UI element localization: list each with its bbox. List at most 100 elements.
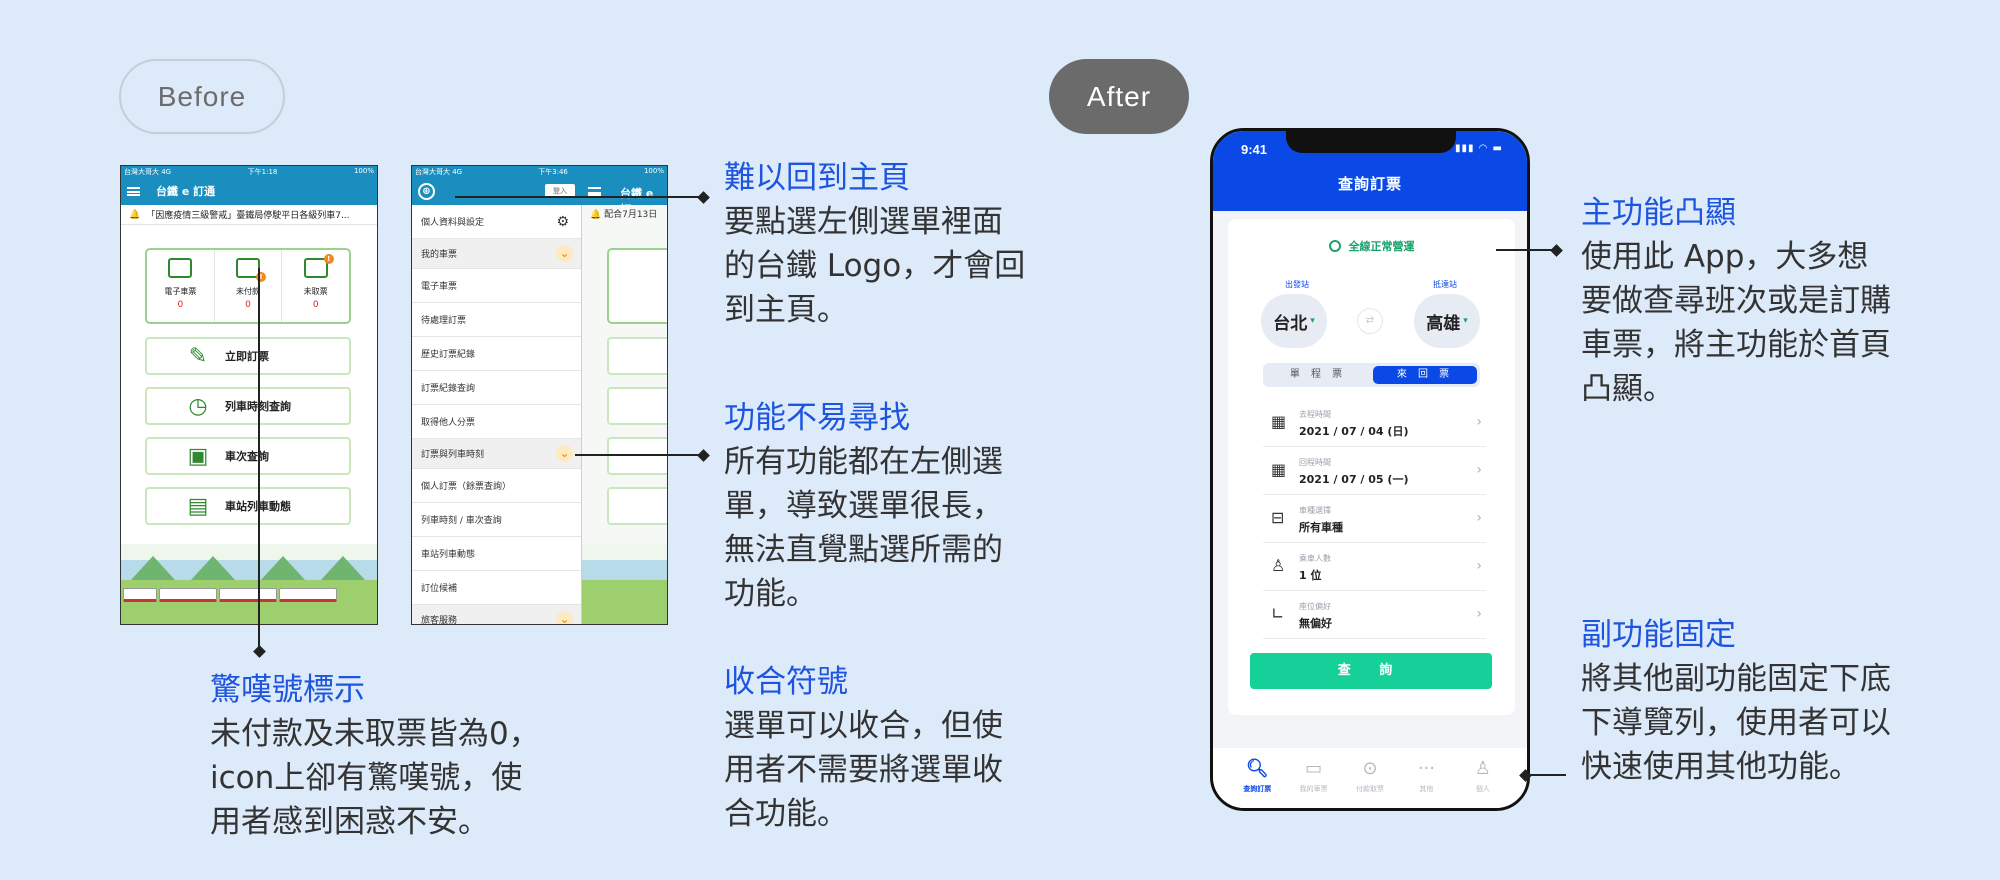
seat-pref-row[interactable]: ∟ 座位偏好 無偏好 ›	[1263, 591, 1486, 639]
tab-label: 其他	[1419, 785, 1434, 793]
hill	[131, 556, 175, 580]
depart-date-row[interactable]: ▦ 去程時間 2021 / 07 / 04 (日) ›	[1263, 399, 1486, 447]
menu-group-header[interactable]: 旅客服務 ⌄	[412, 605, 581, 624]
from-station-button[interactable]: 台北 ▾	[1261, 294, 1327, 348]
train-icon: ▣	[187, 443, 209, 469]
hill	[261, 556, 305, 580]
from-label: 出發站	[1285, 280, 1309, 289]
tab-profile[interactable]: ♙ 個人	[1455, 758, 1511, 808]
menu-item[interactable]: 列車時刻 / 車次查詢	[412, 503, 581, 537]
time-text: 下午1:18	[247, 168, 278, 176]
note-body: 使用此 App，大多想 要做查尋班次或是訂購 車票，將主功能於首頁 凸顯。	[1581, 239, 1891, 407]
cell-value: 0	[245, 300, 251, 310]
more-icon: ···	[1417, 758, 1435, 779]
chevron-down-icon[interactable]: ⌄	[556, 610, 573, 624]
note-main: 主功能凸顯 使用此 App，大多想 要做查尋班次或是訂購 車票，將主功能於首頁 …	[1581, 192, 1891, 411]
note-title: 收合符號	[724, 664, 848, 700]
battery-text: 100%	[353, 167, 374, 175]
button-label: 立即訂票	[225, 350, 269, 363]
tab-other[interactable]: ··· 其他	[1398, 758, 1454, 808]
chevron-right-icon: ›	[1476, 510, 1482, 526]
e-ticket-cell[interactable]: 電子車票 0	[147, 250, 214, 322]
tab-single-trip[interactable]: 單 程 票	[1266, 366, 1370, 384]
menu-group-header[interactable]: 我的車票 ⌄	[412, 239, 581, 269]
menu-item[interactable]: 訂票紀錄查詢	[412, 371, 581, 405]
menu-item[interactable]: 取得他人分票	[412, 405, 581, 439]
note-body: 選單可以收合，但使 用者不需要將選單收 合功能。	[724, 708, 1003, 832]
menu-item[interactable]: 車站列車動態	[412, 537, 581, 571]
app-header: 9:41 ▮▮▮ ◠ ▬ 查詢訂票	[1213, 131, 1527, 211]
status-text: 全線正常營運	[1348, 240, 1415, 253]
clock-text: 9:41	[1241, 142, 1268, 157]
tab-return-trip[interactable]: 來 回 票	[1373, 366, 1477, 384]
signal-wifi-battery-icon: ▮▮▮ ◠ ▬	[1454, 143, 1503, 154]
passengers-row[interactable]: ♙ 乘車人數 1 位 ›	[1263, 543, 1486, 591]
clock-icon: ◷	[188, 393, 208, 419]
return-date-row[interactable]: ▦ 回程時間 2021 / 07 / 05 (一) ›	[1263, 447, 1486, 495]
swap-icon[interactable]: ⇄	[1357, 308, 1383, 334]
train-illustration	[121, 588, 377, 602]
cell-label: 未取票	[303, 287, 328, 296]
tab-search[interactable]: 🔍︎ 查詢訂票	[1229, 758, 1285, 808]
search-button[interactable]: 查 詢	[1250, 653, 1492, 689]
chevron-down-icon: ▾	[1310, 316, 1315, 326]
tab-payment[interactable]: ⊙ 付款取票	[1342, 758, 1398, 808]
hamburger-icon[interactable]	[127, 186, 140, 196]
menu-label: 車站列車動態	[421, 550, 476, 560]
row-value: 所有車種	[1299, 521, 1343, 534]
book-now-button[interactable]: ✎ 立即訂票	[145, 337, 351, 375]
card-icon: !	[236, 258, 266, 282]
menu-item[interactable]: 個人資料與設定 ⚙	[412, 205, 581, 239]
person-icon: ♙	[1271, 556, 1286, 575]
status-ring-icon	[1328, 240, 1341, 252]
note-body: 將其他副功能固定下底 下導覽列，使用者可以 快速使用其他功能。	[1581, 661, 1891, 785]
note-sub: 副功能固定 將其他副功能固定下底 下導覽列，使用者可以 快速使用其他功能。	[1581, 614, 1891, 789]
train-no-button[interactable]: ▣ 車次查詢	[145, 437, 351, 475]
menu-item[interactable]: 歷史訂票紀錄	[412, 337, 581, 371]
menu-label: 列車時刻 / 車次查詢	[421, 516, 502, 526]
note-body: 未付款及未取票皆為0， icon上卻有驚嘆號，使 用者感到困惑不安。	[210, 716, 540, 840]
tab-my-tickets[interactable]: ▭ 我的車票	[1285, 758, 1341, 808]
chevron-down-icon[interactable]: ⌄	[556, 244, 573, 262]
chevron-down-icon[interactable]: ⌄	[556, 444, 573, 462]
side-menu: 個人資料與設定 ⚙ 我的車票 ⌄ 電子車票 待處理訂票 歷史訂票紀錄 訂票紀錄查詢 …	[412, 205, 582, 624]
tra-logo-icon[interactable]: ⊕	[418, 182, 435, 200]
menu-item[interactable]: 電子車票	[412, 269, 581, 303]
uncollected-cell[interactable]: ! 未取票 0	[281, 250, 349, 322]
menu-item[interactable]: 訂位候補	[412, 571, 581, 605]
ticket-summary: 電子車票 0 ! 未付款 0 ! 未取票 0	[145, 248, 351, 324]
menu-label: 電子車票	[421, 282, 458, 292]
scenery-illustration	[121, 544, 377, 624]
note-body: 要點選左側選單裡面 的台鐵 Logo，才會回 到主頁。	[724, 204, 1026, 328]
bell-icon: 🔔	[590, 210, 602, 220]
note-home: 難以回到主頁 要點選左側選單裡面 的台鐵 Logo，才會回 到主頁。	[724, 157, 1025, 332]
leader-dot	[253, 645, 266, 658]
to-station-button[interactable]: 高雄 ▾	[1414, 294, 1480, 348]
menu-group-header[interactable]: 訂票與列車時刻 ⌄	[412, 439, 581, 469]
hamburger-icon[interactable]	[588, 187, 601, 196]
unpaid-cell[interactable]: ! 未付款 0	[213, 250, 282, 322]
cell-label: 電子車票	[164, 287, 197, 296]
leader-line	[575, 454, 703, 456]
timetable-button[interactable]: ◷ 列車時刻查詢	[145, 387, 351, 425]
tab-label: 個人	[1475, 785, 1490, 793]
note-title: 副功能固定	[1581, 617, 1736, 653]
tab-label: 查詢訂票	[1243, 785, 1272, 793]
from-station: 台北	[1273, 313, 1308, 334]
row-label: 座位偏好	[1299, 602, 1331, 611]
leader-line	[455, 196, 703, 198]
leader-line	[1496, 249, 1554, 251]
menu-item[interactable]: 個人訂票（餘票查詢）	[412, 469, 581, 503]
peek-button	[607, 437, 667, 475]
station-status-button[interactable]: ▤ 車站列車動態	[145, 487, 351, 525]
train-type-row[interactable]: ⊟ 車種選擇 所有車種 ›	[1263, 495, 1486, 543]
leader-line	[258, 268, 260, 651]
notice-bar[interactable]: 🔔 「因應疫情三級警戒」臺鐵局停駛平日各級列車7...	[121, 205, 377, 225]
status-bar: 台灣大哥大 4G 下午3:46 100%	[412, 166, 667, 177]
old-home-screen: 台灣大哥大 4G 下午1:18 100% 台鐵 e 訂通 🔔 「因應疫情三級警戒…	[120, 165, 378, 625]
chevron-right-icon: ›	[1476, 414, 1482, 430]
carrier-text: 台灣大哥大 4G	[415, 168, 463, 176]
row-value: 1 位	[1299, 569, 1322, 582]
bell-icon: 🔔	[129, 209, 141, 220]
menu-item[interactable]: 待處理訂票	[412, 303, 581, 337]
